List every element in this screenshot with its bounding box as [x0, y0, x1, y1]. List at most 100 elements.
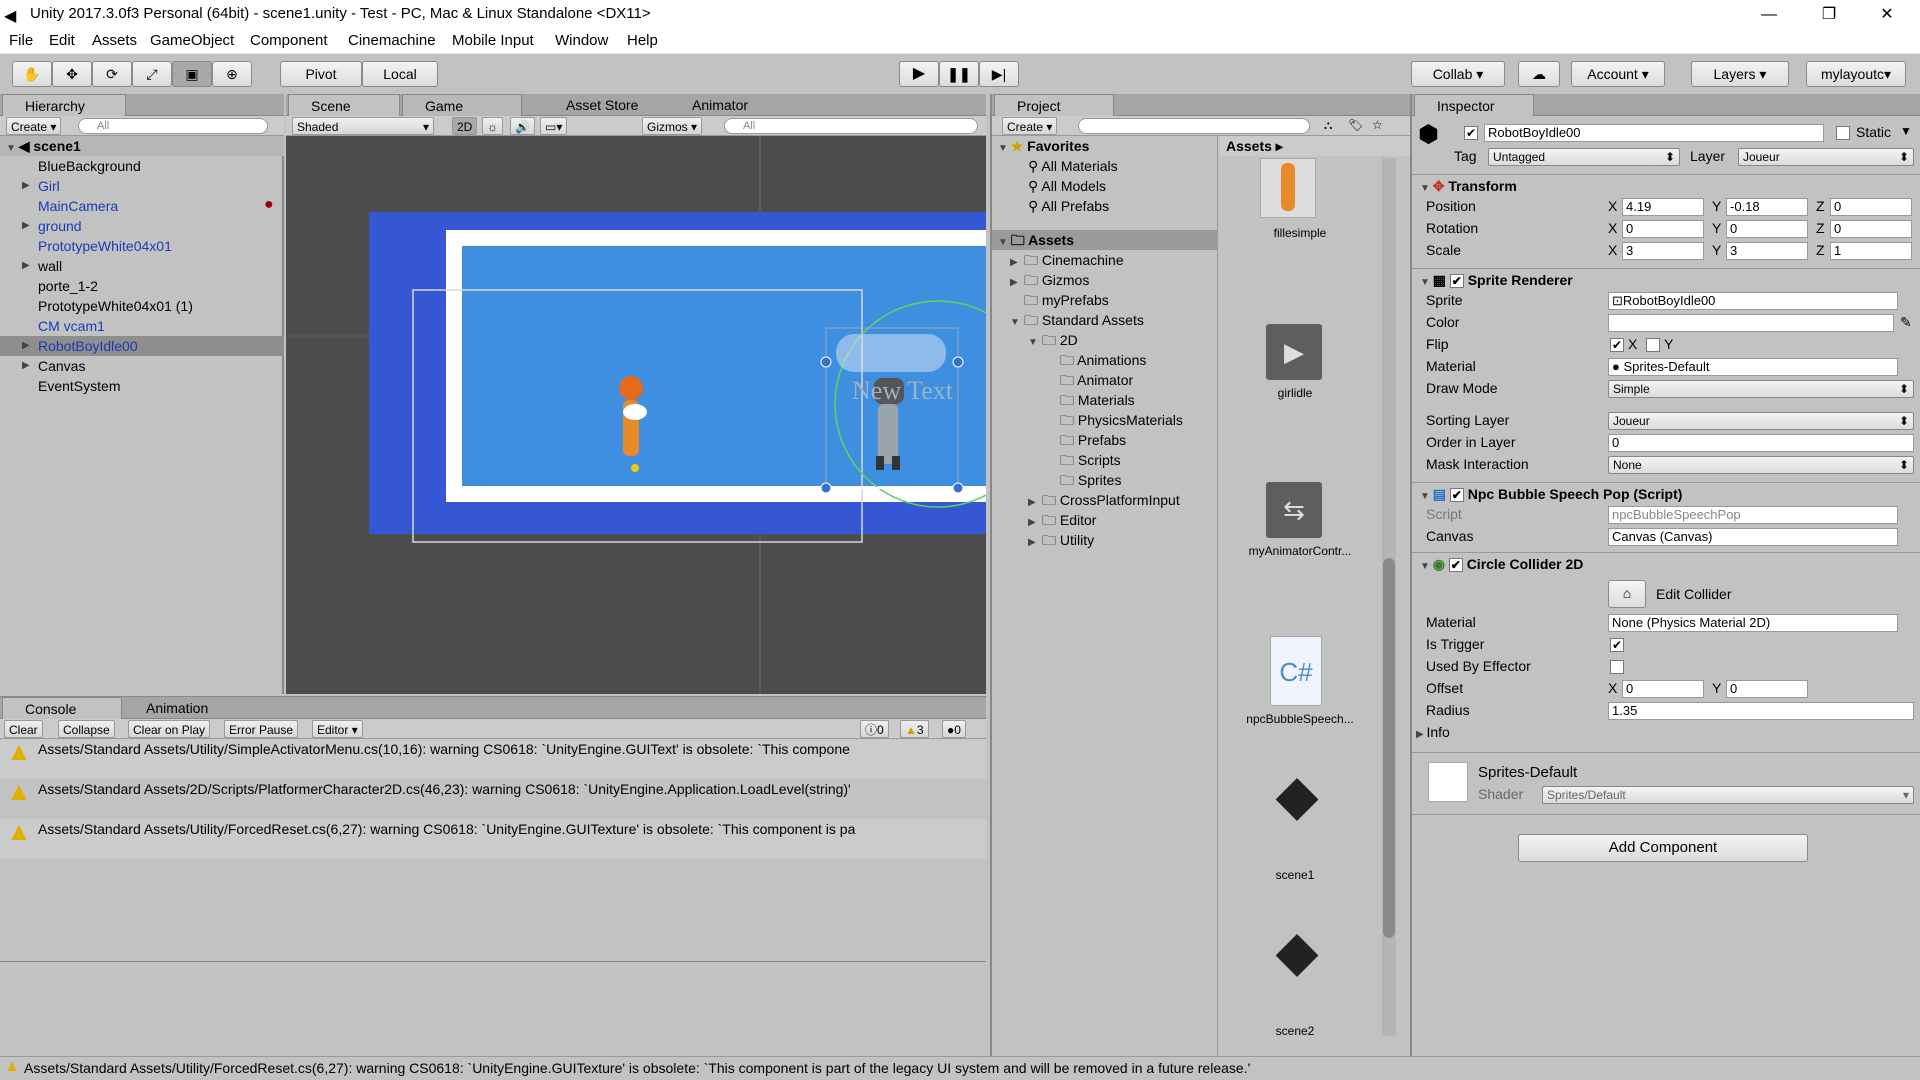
tab-animation[interactable]: Animation: [124, 697, 254, 719]
gizmos-dropdown[interactable]: Gizmos ▾: [642, 117, 703, 135]
is-trigger-checkbox[interactable]: ✔: [1610, 638, 1624, 652]
layers-button[interactable]: Layers ▾: [1691, 61, 1789, 87]
folder-item[interactable]: ▶ 🗀 CrossPlatformInput: [1028, 490, 1180, 510]
expand-arrow-icon[interactable]: ▶: [1028, 533, 1042, 553]
component-enabled-checkbox[interactable]: ✔: [1449, 274, 1464, 289]
rotate-tool-icon[interactable]: ⟳: [92, 61, 132, 87]
restore-button[interactable]: ❐: [1800, 0, 1858, 30]
menu-edit[interactable]: Edit: [49, 32, 75, 49]
tab-hierarchy[interactable]: Hierarchy: [2, 94, 126, 116]
move-tool-icon[interactable]: ✥: [52, 61, 92, 87]
folder-item[interactable]: 🗀 Materials: [1046, 390, 1135, 410]
favorites-folder[interactable]: ▼ ★ Favorites: [998, 136, 1089, 156]
folder-item[interactable]: ▶ 🗀 Utility: [1028, 530, 1094, 550]
scale-x-field[interactable]: 3: [1622, 242, 1704, 260]
tab-project[interactable]: Project: [994, 94, 1114, 116]
account-button[interactable]: Account ▾: [1571, 61, 1665, 87]
rotation-z-field[interactable]: 0: [1830, 220, 1912, 238]
canvas-field[interactable]: Canvas (Canvas): [1608, 528, 1898, 546]
console-collapse-button[interactable]: Collapse: [58, 720, 115, 738]
favorite-item[interactable]: ⚲ All Prefabs: [1028, 196, 1109, 216]
favorite-item[interactable]: ⚲ All Materials: [1028, 156, 1118, 176]
minimize-button[interactable]: —: [1740, 0, 1798, 30]
effects-icon[interactable]: ▭▾: [540, 117, 568, 135]
console-clear-on-play-button[interactable]: Clear on Play: [128, 720, 211, 738]
static-checkbox[interactable]: [1836, 126, 1850, 140]
position-y-field[interactable]: -0.18: [1726, 198, 1808, 216]
hierarchy-item[interactable]: ▶ Canvas: [0, 356, 284, 376]
layout-button[interactable]: mylayoutc▾: [1806, 61, 1906, 87]
menu-mobile-input[interactable]: Mobile Input: [452, 32, 534, 49]
asset-breadcrumb[interactable]: Assets ▸: [1220, 136, 1410, 156]
info-count-toggle[interactable]: ⓘ0: [860, 720, 889, 738]
flip-y-checkbox[interactable]: [1646, 338, 1660, 352]
favorite-star-icon[interactable]: ☆: [1372, 118, 1383, 132]
scale-z-field[interactable]: 1: [1830, 242, 1912, 260]
folder-item[interactable]: 🗀 Scripts: [1046, 450, 1121, 470]
sorting-layer-dropdown[interactable]: Joueur ⬍: [1608, 412, 1914, 430]
offset-x-field[interactable]: 0: [1622, 680, 1704, 698]
position-x-field[interactable]: 4.19: [1622, 198, 1704, 216]
filter-type-icon[interactable]: ⛬: [1324, 118, 1332, 133]
active-checkbox[interactable]: ✔: [1464, 126, 1478, 140]
rect-handle[interactable]: [820, 356, 832, 368]
console-editor-dropdown[interactable]: Editor ▾: [312, 720, 363, 738]
menu-gameobject[interactable]: GameObject: [150, 32, 234, 49]
filter-label-icon[interactable]: 🏷: [1348, 118, 1363, 132]
order-in-layer-field[interactable]: 0: [1608, 434, 1914, 452]
hierarchy-item[interactable]: porte_1-2: [0, 276, 284, 296]
pause-icon[interactable]: ❚❚: [939, 61, 979, 87]
project-create-button[interactable]: Create ▾: [1002, 117, 1058, 135]
collab-button[interactable]: Collab ▾: [1411, 61, 1505, 87]
animator-controller-icon[interactable]: ⇆: [1266, 482, 1322, 538]
warning-count-toggle[interactable]: ▲3: [900, 720, 929, 738]
scale-y-field[interactable]: 3: [1726, 242, 1808, 260]
hierarchy-item[interactable]: ▶ Girl: [0, 176, 284, 196]
expand-arrow-icon[interactable]: ▶: [22, 356, 30, 376]
flip-x-checkbox[interactable]: ✔: [1610, 338, 1624, 352]
object-name-field[interactable]: RobotBoyIdle00: [1484, 124, 1824, 142]
transform-header[interactable]: ▼ ✥ Transform: [1412, 174, 1920, 196]
expand-arrow-icon[interactable]: ▶: [22, 216, 30, 236]
hierarchy-item[interactable]: EventSystem: [0, 376, 284, 396]
shader-dropdown[interactable]: Sprites/Default ▾: [1542, 786, 1914, 804]
rect-handle[interactable]: [820, 482, 832, 494]
error-count-toggle[interactable]: ●0: [942, 720, 966, 738]
layer-dropdown[interactable]: Joueur ⬍: [1738, 148, 1914, 166]
draw-mode-dropdown[interactable]: Simple ⬍: [1608, 380, 1914, 398]
tab-scene[interactable]: Scene: [288, 94, 400, 116]
step-icon[interactable]: ▶|: [979, 61, 1019, 87]
circle-collider-header[interactable]: ▼ ◉ ✔ Circle Collider 2D: [1412, 552, 1920, 574]
rect-tool-icon[interactable]: ▣: [172, 61, 212, 87]
folder-item[interactable]: ▶ 🗀 Editor: [1028, 510, 1096, 530]
hierarchy-search-input[interactable]: All: [78, 118, 268, 134]
close-button[interactable]: ✕: [1858, 0, 1916, 30]
scene-viewport[interactable]: New Text: [286, 136, 986, 694]
play-icon[interactable]: ▶: [899, 61, 939, 87]
npc-script-header[interactable]: ▼ ▤ ✔ Npc Bubble Speech Pop (Script): [1412, 482, 1920, 504]
assets-folder[interactable]: ▼ 🗀 Assets: [992, 230, 1218, 250]
lighting-icon[interactable]: ☼: [482, 117, 503, 135]
rect-handle[interactable]: [952, 482, 964, 494]
folder-item[interactable]: ▶ 🗀 Cinemachine: [1010, 250, 1124, 270]
menu-component[interactable]: Component: [250, 32, 328, 49]
local-button[interactable]: Local: [362, 61, 438, 87]
pivot-button[interactable]: Pivot: [280, 61, 362, 87]
expand-arrow-icon[interactable]: ▼: [1028, 333, 1042, 353]
folder-item[interactable]: ▶ 🗀 Gizmos: [1010, 270, 1089, 290]
expand-arrow-icon[interactable]: ▶: [22, 336, 30, 356]
component-enabled-checkbox[interactable]: ✔: [1449, 488, 1464, 503]
shading-dropdown[interactable]: Shaded ▾: [292, 117, 434, 135]
favorite-item[interactable]: ⚲ All Models: [1028, 176, 1106, 196]
rect-handle[interactable]: [952, 356, 964, 368]
animation-clip-icon[interactable]: ▶: [1266, 324, 1322, 380]
rotation-y-field[interactable]: 0: [1726, 220, 1808, 238]
transform-tool-icon[interactable]: ⊕: [212, 61, 252, 87]
tab-game[interactable]: Game: [402, 94, 522, 116]
edit-collider-button[interactable]: ⌂: [1608, 580, 1646, 608]
hierarchy-item[interactable]: PrototypeWhite04x01: [0, 236, 284, 256]
tag-dropdown[interactable]: Untagged ⬍: [1488, 148, 1680, 166]
expand-arrow-icon[interactable]: ▼: [1010, 313, 1024, 333]
component-enabled-checkbox[interactable]: ✔: [1448, 558, 1463, 573]
status-message[interactable]: Assets/Standard Assets/Utility/ForcedRes…: [24, 1060, 1250, 1076]
